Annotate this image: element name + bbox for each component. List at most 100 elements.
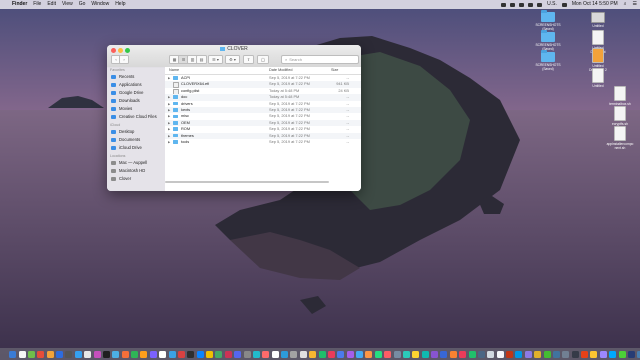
status-icon[interactable]: [510, 2, 516, 7]
dock-app-icon[interactable]: [9, 350, 17, 358]
dock-app-icon[interactable]: [234, 350, 242, 358]
dock-app-icon[interactable]: [581, 350, 589, 358]
column-header-date[interactable]: Date Modified: [269, 67, 292, 74]
desktop-icon[interactable]: Untitled: [578, 12, 618, 28]
dock-app-icon[interactable]: [496, 350, 504, 358]
menu-file[interactable]: File: [30, 0, 44, 9]
dock-app-icon[interactable]: [18, 350, 26, 358]
dock-app-icon[interactable]: [290, 350, 298, 358]
dock-app-icon[interactable]: [93, 350, 101, 358]
status-icon[interactable]: [519, 2, 525, 7]
dock-app-icon[interactable]: [309, 350, 317, 358]
sidebar-item-downloads[interactable]: Downloads: [107, 97, 165, 105]
dock-app-icon[interactable]: [402, 350, 410, 358]
dock-app-icon[interactable]: [271, 350, 279, 358]
group-button[interactable]: ☰ ▾: [208, 55, 223, 64]
notification-center-icon[interactable]: ☰: [630, 0, 640, 9]
desktop-icon[interactable]: SCREENSHOTS (Saved): [528, 30, 568, 51]
dock-app-icon[interactable]: [590, 350, 598, 358]
dock-app-icon[interactable]: [468, 350, 476, 358]
dock-app-icon[interactable]: [440, 350, 448, 358]
file-row[interactable]: ▶ tools Sep 5, 2019 at 7:22 PM --: [165, 139, 361, 145]
dock-app-icon[interactable]: [159, 350, 167, 358]
dock-app-icon[interactable]: [627, 350, 635, 358]
disclosure-triangle-icon[interactable]: ▶: [168, 139, 170, 145]
wifi-icon[interactable]: [528, 2, 534, 7]
dock-app-icon[interactable]: [393, 350, 401, 358]
dock-app-icon[interactable]: [46, 350, 54, 358]
menu-go[interactable]: Go: [76, 0, 89, 9]
dock-app-icon[interactable]: [224, 350, 232, 358]
action-button[interactable]: ⚙ ▾: [225, 55, 240, 64]
dock-app-icon[interactable]: [524, 350, 532, 358]
gallery-view-button[interactable]: ▤: [196, 55, 207, 64]
sidebar-item-google-drive[interactable]: Google Drive: [107, 89, 165, 97]
battery-icon[interactable]: [561, 2, 567, 7]
dock-app-icon[interactable]: [599, 350, 607, 358]
dock-app-icon[interactable]: [327, 350, 335, 358]
sidebar-item-movies[interactable]: Movies: [107, 105, 165, 113]
dock-app-icon[interactable]: [609, 350, 617, 358]
search-field[interactable]: ⌕ Search: [281, 55, 359, 64]
dock-app-icon[interactable]: [187, 350, 195, 358]
dock-app-icon[interactable]: [252, 350, 260, 358]
dock-app-icon[interactable]: [412, 350, 420, 358]
sidebar-item-creative-cloud[interactable]: Creative Cloud Files: [107, 113, 165, 121]
sidebar-item-applications[interactable]: Applications: [107, 81, 165, 89]
dock-app-icon[interactable]: [281, 350, 289, 358]
dock-app-icon[interactable]: [206, 350, 214, 358]
dock-app-icon[interactable]: [337, 350, 345, 358]
menu-finder[interactable]: Finder: [9, 0, 30, 9]
dock-app-icon[interactable]: [196, 350, 204, 358]
dock-app-icon[interactable]: [562, 350, 570, 358]
dock-app-icon[interactable]: [552, 350, 560, 358]
menu-help[interactable]: Help: [112, 0, 128, 9]
column-header-size[interactable]: Size: [331, 67, 338, 74]
sidebar-item-clover[interactable]: Clover: [107, 175, 165, 183]
status-icon[interactable]: [501, 2, 507, 7]
finder-titlebar[interactable]: CLOVER ‹ › ▦ ☰ ▥ ▤ ☰ ▾ ⚙ ▾ ⇪ ◯ ⌕ Search: [107, 45, 361, 68]
menubar-clock[interactable]: Mon Oct 14 5:50 PM: [569, 0, 621, 9]
dock-app-icon[interactable]: [374, 350, 382, 358]
dock-app-icon[interactable]: [506, 350, 514, 358]
forward-button[interactable]: ›: [119, 55, 129, 64]
dock-app-icon[interactable]: [140, 350, 148, 358]
dock-app-icon[interactable]: [102, 350, 110, 358]
dock-app-icon[interactable]: [121, 350, 129, 358]
desktop-icon[interactable]: ecryptfs.sh: [600, 106, 640, 126]
dock-app-icon[interactable]: [56, 350, 64, 358]
dock-app-icon[interactable]: [421, 350, 429, 358]
desktop-icon[interactable]: Untitled: [578, 68, 618, 88]
desktop-icon[interactable]: SCREENSHOTS (Saved): [528, 50, 568, 71]
dock-app-icon[interactable]: [618, 350, 626, 358]
desktop-icon[interactable]: terminalbox.sh: [600, 86, 640, 106]
dock-app-icon[interactable]: [112, 350, 120, 358]
dock-app-icon[interactable]: [384, 350, 392, 358]
dock-app-icon[interactable]: [487, 350, 495, 358]
dock-app-icon[interactable]: [37, 350, 45, 358]
dock-app-icon[interactable]: [65, 350, 73, 358]
sidebar-item-macintosh-hd[interactable]: Macintosh HD: [107, 167, 165, 175]
sidebar-item-icloud-drive[interactable]: iCloud Drive: [107, 144, 165, 152]
dock-app-icon[interactable]: [515, 350, 523, 358]
menu-view[interactable]: View: [59, 0, 76, 9]
dock-app-icon[interactable]: [177, 350, 185, 358]
dock-app-icon[interactable]: [299, 350, 307, 358]
tags-button[interactable]: ◯: [257, 55, 269, 64]
dock-app-icon[interactable]: [243, 350, 251, 358]
dock-app-icon[interactable]: [149, 350, 157, 358]
sidebar-item-mac[interactable]: Mac — Auppell: [107, 159, 165, 167]
dock-app-icon[interactable]: [262, 350, 270, 358]
dock-app-icon[interactable]: [346, 350, 354, 358]
sidebar-item-documents[interactable]: Documents: [107, 136, 165, 144]
dock-app-icon[interactable]: [477, 350, 485, 358]
spotlight-icon[interactable]: ⌕: [621, 0, 630, 9]
dock-app-icon[interactable]: [84, 350, 92, 358]
menu-window[interactable]: Window: [88, 0, 112, 9]
sidebar-item-recents[interactable]: Recents: [107, 73, 165, 81]
dock-app-icon[interactable]: [449, 350, 457, 358]
dock-app-icon[interactable]: [215, 350, 223, 358]
dock-app-icon[interactable]: [543, 350, 551, 358]
input-source-menu[interactable]: U.S.: [544, 0, 560, 9]
dock-app-icon[interactable]: [168, 350, 176, 358]
